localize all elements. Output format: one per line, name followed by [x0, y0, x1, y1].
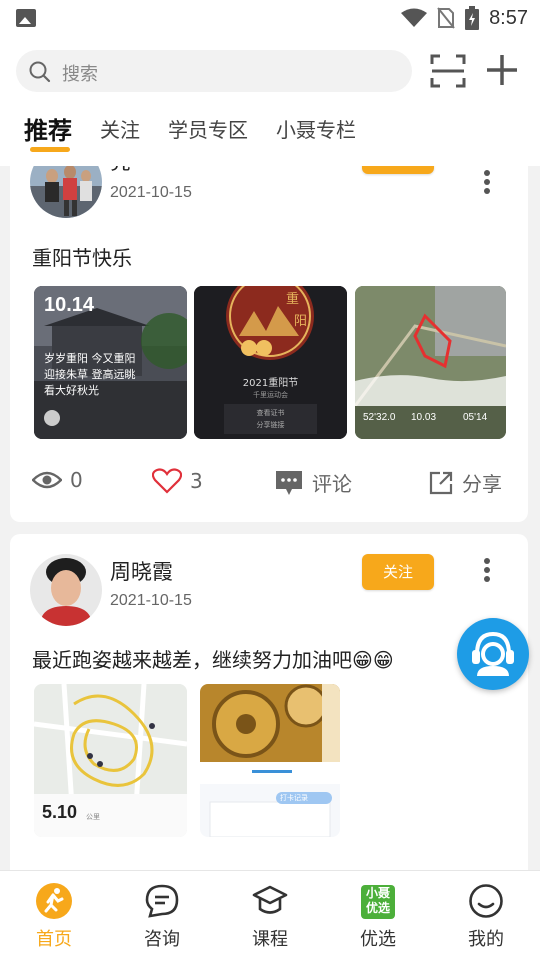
heart-icon	[152, 468, 182, 494]
share-button[interactable]: 分享	[428, 468, 502, 497]
nav-mine[interactable]: 我的	[432, 871, 540, 960]
user-name[interactable]: 亮	[110, 166, 131, 176]
comment-icon	[276, 470, 302, 495]
post-card: 亮 2021-10-15 关注 重阳节快乐 10.14 岁岁重阳 今又重阳 迎接…	[10, 166, 528, 522]
no-sim-icon	[437, 7, 455, 29]
chat-icon	[145, 884, 179, 918]
search-placeholder: 搜索	[62, 64, 98, 85]
photo-stat: 52'32.0	[363, 412, 396, 423]
search-input[interactable]: 搜索	[16, 50, 412, 92]
nav-label: 我的	[468, 929, 504, 950]
badge-text: 小聂	[365, 886, 390, 900]
nav-label: 优选	[360, 929, 396, 950]
nav-courses[interactable]: 课程	[216, 871, 324, 960]
photo-stat: 05'14	[463, 412, 488, 423]
tab-student-zone[interactable]: 学员专区	[168, 114, 248, 146]
avatar[interactable]	[30, 166, 102, 218]
follow-button[interactable]: 关注	[362, 554, 434, 590]
nav-home[interactable]: 首页	[0, 871, 108, 960]
photo-text: 分享链接	[256, 421, 285, 429]
more-options-icon[interactable]	[480, 558, 494, 585]
search-icon	[29, 61, 51, 83]
status-icons: 8:57	[401, 6, 528, 30]
post-date: 2021-10-15	[110, 592, 192, 609]
run-distance-unit: 公里	[86, 813, 100, 821]
nav-youxuan[interactable]: 小聂 优选 优选	[324, 871, 432, 960]
tab-recommend[interactable]: 推荐	[24, 111, 72, 152]
runner-icon	[36, 883, 72, 919]
photo-text: 千里运动会	[253, 391, 288, 399]
photo-text: 查看证书	[256, 409, 285, 417]
status-bar: 8:57	[0, 0, 540, 36]
post-card: 周晓霞 2021-10-15 关注 最近跑姿越来越差，继续努力加油吧😁😁 5.1…	[10, 534, 528, 870]
photo-caption-line: 迎接朱草 登高远眺	[44, 368, 136, 381]
views-count: 0	[70, 468, 83, 492]
photo-caption-line: 看大好秋光	[44, 384, 99, 397]
graduation-cap-icon	[252, 885, 288, 914]
post-text: 重阳节快乐	[32, 246, 132, 270]
nav-label: 首页	[36, 929, 72, 950]
views-counter: 0	[32, 468, 83, 492]
share-icon	[429, 471, 453, 494]
customer-service-icon	[472, 631, 514, 676]
post-date: 2021-10-15	[110, 184, 192, 201]
share-label: 分享	[462, 472, 502, 496]
like-button[interactable]: 3	[152, 468, 203, 494]
photo-caption-line: 岁岁重阳 今又重阳	[44, 352, 136, 365]
photo-text: 阳	[294, 314, 308, 329]
scan-icon[interactable]	[430, 54, 466, 88]
photo-date: 10.14	[44, 294, 95, 316]
tab-following[interactable]: 关注	[100, 114, 140, 146]
photo-chip: 打卡记录	[280, 794, 308, 802]
more-options-icon[interactable]	[480, 170, 494, 197]
follow-button[interactable]: 关注	[362, 166, 434, 174]
comment-label: 评论	[312, 472, 352, 496]
battery-icon	[465, 6, 480, 30]
clock: 8:57	[489, 6, 528, 29]
comment-button[interactable]: 评论	[274, 468, 352, 497]
photo-text: 2021重阳节	[242, 378, 299, 389]
add-icon[interactable]	[486, 54, 518, 86]
header: 搜索 推荐 关注 学员专区 小聂专栏	[0, 36, 540, 166]
post-text: 最近跑姿越来越差，继续努力加油吧😁😁	[32, 648, 394, 672]
user-name[interactable]: 周晓霞	[110, 556, 173, 586]
post-photo[interactable]: 重 阳 2021重阳节 千里运动会 查看证书 分享链接	[194, 286, 347, 439]
xiaonie-youxuan-icon: 小聂 优选	[361, 885, 395, 919]
eye-icon	[32, 471, 62, 489]
post-photo[interactable]: 10.14 岁岁重阳 今又重阳 迎接朱草 登高远眺 看大好秋光	[34, 286, 187, 439]
tab-xiaonie-column[interactable]: 小聂专栏	[276, 114, 356, 146]
photo-stat: 10.03	[411, 412, 437, 423]
nav-label: 课程	[252, 929, 288, 950]
nav-consult[interactable]: 咨询	[108, 871, 216, 960]
post-actions: 0 3 评论 分享	[10, 468, 528, 508]
post-photo[interactable]: 5.10 公里	[34, 684, 187, 837]
photo-text: 重	[286, 292, 300, 307]
likes-count: 3	[190, 469, 203, 493]
image-notification-icon	[16, 9, 36, 27]
bottom-nav: 首页 咨询 课程 小聂 优选 优选 我的	[0, 870, 540, 960]
badge-text: 优选	[365, 901, 390, 915]
post-photo[interactable]: 52'32.0 10.03 05'14	[355, 286, 506, 439]
customer-service-button[interactable]	[457, 618, 529, 690]
run-distance: 5.10	[42, 802, 78, 822]
nav-label: 咨询	[144, 929, 180, 950]
face-icon	[469, 884, 503, 918]
avatar[interactable]	[30, 554, 102, 626]
wifi-icon	[401, 8, 428, 27]
feed[interactable]: 亮 2021-10-15 关注 重阳节快乐 10.14 岁岁重阳 今又重阳 迎接…	[0, 166, 540, 870]
post-photo[interactable]: 打卡记录	[200, 684, 340, 837]
feed-tabs: 推荐 关注 学员专区 小聂专栏	[24, 111, 356, 152]
